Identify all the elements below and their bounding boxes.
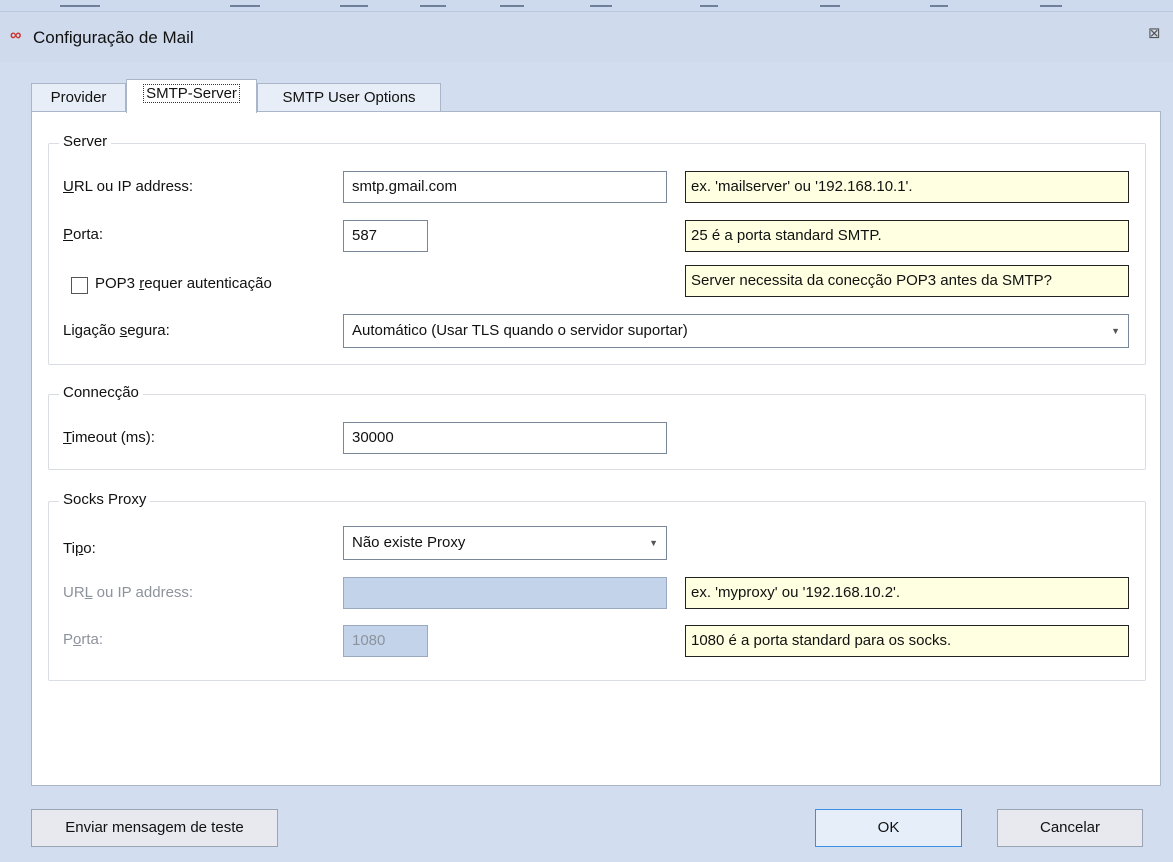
proxy-port-label: Porta:: [63, 631, 104, 648]
cancel-button[interactable]: Cancelar: [997, 809, 1143, 847]
tab-label: Provider: [50, 89, 107, 106]
tab-panel: Server URL ou IP address: smtp.gmail.com…: [31, 111, 1161, 786]
timeout-input[interactable]: 30000: [343, 422, 667, 454]
proxy-port-hint: 1080 é a porta standard para os socks.: [685, 625, 1129, 657]
proxy-url-hint: ex. 'myproxy' ou '192.168.10.2'.: [685, 577, 1129, 609]
pop3-checkbox[interactable]: [71, 277, 88, 294]
pop3-hint: Server necessita da conecção POP3 antes …: [685, 265, 1129, 297]
proxy-group: Socks Proxy Tipo: Não existe Proxy ▼ URL…: [48, 491, 1146, 681]
parent-window-strip: [0, 0, 1173, 12]
proxy-url-label: URL ou IP address:: [63, 584, 194, 601]
group-title: Server: [59, 133, 112, 150]
group-title: Socks Proxy: [59, 491, 151, 508]
window-title: Configuração de Mail: [33, 28, 194, 47]
close-icon[interactable]: ⊠: [1148, 26, 1161, 42]
url-hint: ex. 'mailserver' ou '192.168.10.1'.: [685, 171, 1129, 203]
tab-label: SMTP-Server: [143, 84, 240, 103]
timeout-label: Timeout (ms):: [63, 429, 155, 446]
tab-label: SMTP User Options: [282, 89, 416, 106]
port-input[interactable]: 587: [343, 220, 428, 252]
secure-label: Ligação segura:: [63, 322, 170, 339]
pop3-label: POP3 requer autenticação: [95, 275, 272, 292]
port-hint: 25 é a porta standard SMTP.: [685, 220, 1129, 252]
send-test-button[interactable]: Enviar mensagem de teste: [31, 809, 278, 847]
proxy-type-value: Não existe Proxy: [352, 534, 466, 551]
url-input[interactable]: smtp.gmail.com: [343, 171, 667, 203]
connection-group: Connecção Timeout (ms): 30000: [48, 384, 1146, 470]
proxy-url-input[interactable]: [343, 577, 667, 609]
port-label: Porta:: [63, 226, 104, 243]
tab-smtp-server[interactable]: SMTP-Server: [126, 79, 257, 113]
tab-smtp-user-options[interactable]: SMTP User Options: [257, 83, 441, 112]
proxy-port-input[interactable]: 1080: [343, 625, 428, 657]
secure-select[interactable]: Automático (Usar TLS quando o servidor s…: [343, 314, 1129, 348]
infinity-icon: ∞: [10, 27, 22, 44]
ok-button[interactable]: OK: [815, 809, 962, 847]
title-bar: ∞ Configuração de Mail ⊠: [0, 12, 1173, 62]
proxy-type-select[interactable]: Não existe Proxy ▼: [343, 526, 667, 560]
tab-provider[interactable]: Provider: [31, 83, 126, 112]
chevron-down-icon: ▼: [1111, 326, 1120, 336]
url-label: URL ou IP address:: [63, 178, 194, 195]
secure-select-value: Automático (Usar TLS quando o servidor s…: [352, 322, 688, 339]
server-group: Server URL ou IP address: smtp.gmail.com…: [48, 133, 1146, 365]
group-title: Connecção: [59, 384, 143, 401]
proxy-type-label: Tipo:: [63, 540, 96, 557]
chevron-down-icon: ▼: [649, 538, 658, 548]
